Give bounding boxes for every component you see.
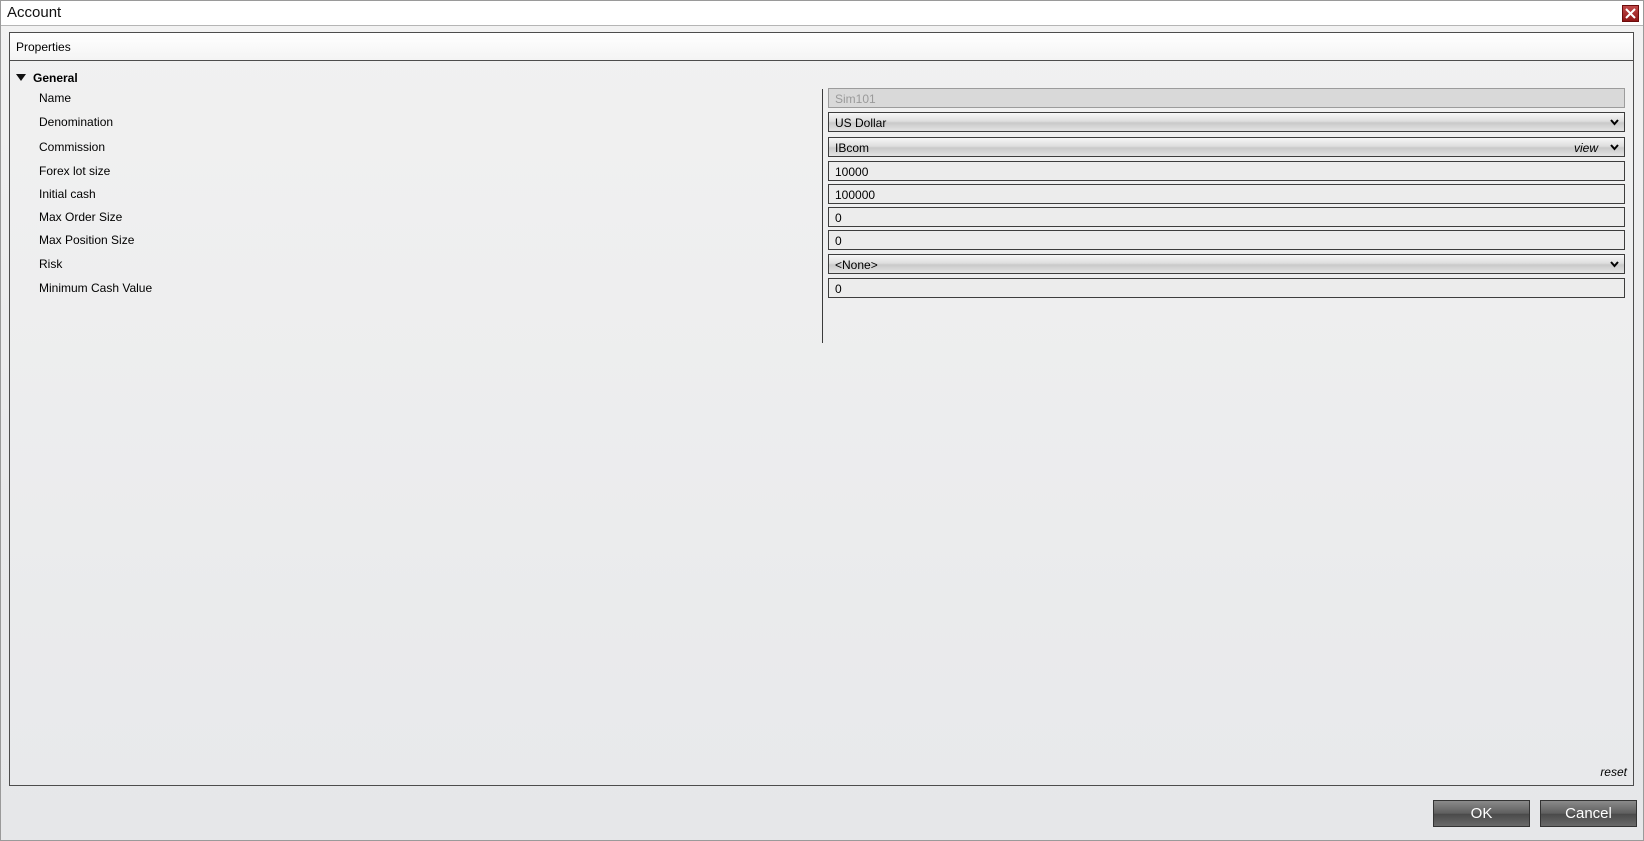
- denomination-select[interactable]: US Dollar: [828, 112, 1625, 132]
- properties-title: Properties: [16, 40, 71, 54]
- denomination-value: US Dollar: [835, 116, 887, 130]
- account-dialog: Account Properties General Name Sim101 D…: [0, 0, 1644, 841]
- name-value: Sim101: [835, 92, 876, 106]
- initial-cash-label: Initial cash: [39, 187, 96, 201]
- risk-value: <None>: [835, 258, 878, 272]
- max-order-size-field[interactable]: 0: [828, 207, 1625, 227]
- commission-label: Commission: [39, 140, 106, 154]
- properties-header: Properties: [10, 33, 1633, 61]
- forex-lot-size-value: 10000: [835, 165, 869, 179]
- commission-view-link[interactable]: view: [1574, 141, 1598, 155]
- risk-select[interactable]: <None>: [828, 254, 1625, 274]
- chevron-down-icon: [1610, 261, 1619, 268]
- chevron-down-icon: [1610, 119, 1619, 126]
- initial-cash-value: 100000: [835, 188, 876, 202]
- chevron-down-icon: [1610, 144, 1619, 151]
- initial-cash-field[interactable]: 100000: [828, 184, 1625, 204]
- ok-button[interactable]: OK: [1433, 800, 1530, 827]
- minimum-cash-value-value: 0: [835, 282, 842, 296]
- commission-value: IBcom: [835, 141, 870, 155]
- denomination-label: Denomination: [39, 115, 114, 129]
- minimum-cash-value-label: Minimum Cash Value: [39, 281, 153, 295]
- max-order-size-label: Max Order Size: [39, 210, 123, 224]
- max-order-size-value: 0: [835, 211, 842, 225]
- window-title: Account: [7, 4, 62, 21]
- properties-panel: Properties General Name Sim101 Denominat…: [9, 32, 1634, 786]
- close-icon: [1625, 8, 1636, 19]
- minimum-cash-value-field[interactable]: 0: [828, 278, 1625, 298]
- commission-select[interactable]: IBcom view: [828, 137, 1625, 157]
- cancel-button[interactable]: Cancel: [1540, 800, 1637, 827]
- expand-arrow-icon[interactable]: [16, 74, 26, 81]
- title-bar: Account: [1, 1, 1643, 26]
- max-position-size-value: 0: [835, 234, 842, 248]
- name-field: Sim101: [828, 88, 1625, 108]
- reset-link[interactable]: reset: [1600, 765, 1627, 779]
- column-splitter[interactable]: [822, 89, 823, 343]
- forex-lot-size-label: Forex lot size: [39, 164, 111, 178]
- risk-label: Risk: [39, 257, 63, 271]
- max-position-size-field[interactable]: 0: [828, 230, 1625, 250]
- forex-lot-size-field[interactable]: 10000: [828, 161, 1625, 181]
- group-label: General: [33, 71, 78, 85]
- close-button[interactable]: [1622, 5, 1639, 22]
- name-label: Name: [39, 91, 72, 105]
- max-position-size-label: Max Position Size: [39, 233, 135, 247]
